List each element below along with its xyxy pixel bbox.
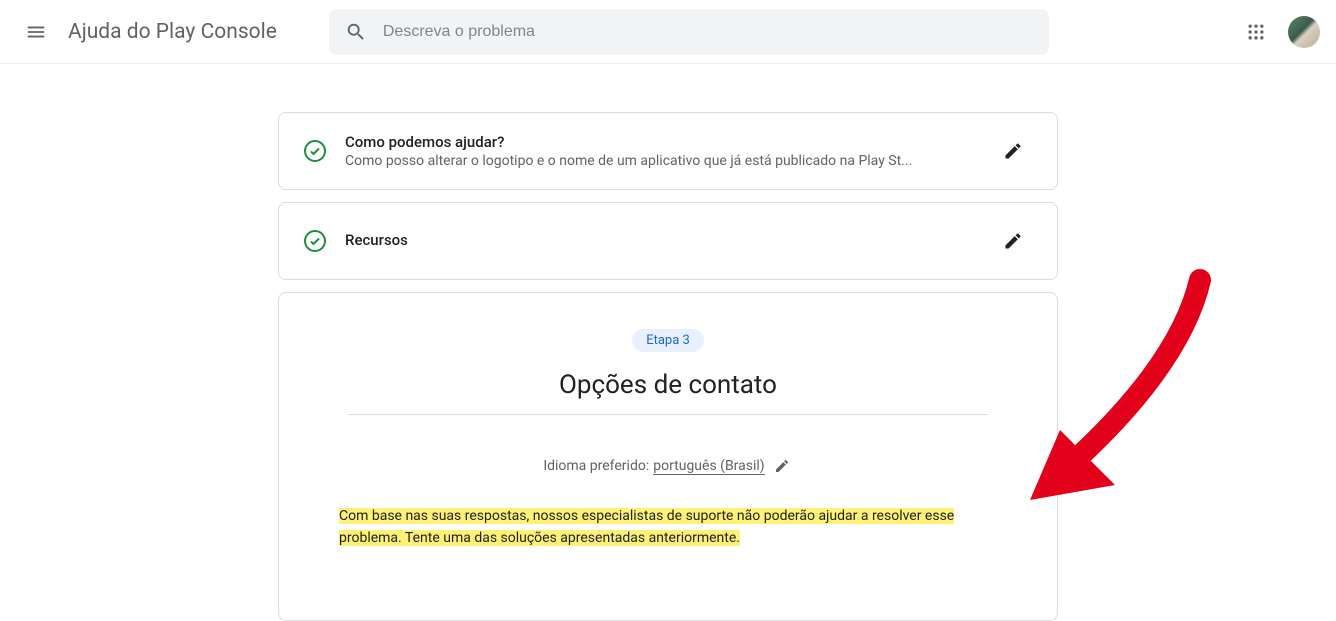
step1-subtitle: Como posso alterar o logotipo e o nome d… [345,153,975,169]
main-content: Como podemos ajudar? Como posso alterar … [0,64,1336,621]
step3-heading: Opções de contato [559,370,777,400]
header: Ajuda do Play Console [0,0,1336,64]
search-box[interactable] [329,9,1049,55]
support-unavailable-message: Com base nas suas respostas, nossos espe… [339,505,997,550]
header-right [1236,12,1320,52]
step1-title: Como podemos ajudar? [345,133,975,151]
lang-edit-button[interactable] [771,455,793,477]
step1-edit-button[interactable] [993,131,1033,171]
step1-text: Como podemos ajudar? Como posso alterar … [345,133,975,169]
check-circle-icon [303,229,327,253]
step2-title: Recursos [345,231,975,249]
google-apps-button[interactable] [1236,12,1276,52]
apps-grid-icon [1246,22,1266,42]
step2-text: Recursos [345,231,975,251]
pencil-icon [774,458,790,474]
search-icon [345,21,367,43]
step2-edit-button[interactable] [993,221,1033,261]
lang-label: Idioma preferido: [543,458,649,474]
step-chip: Etapa 3 [632,329,704,352]
app-title: Ajuda do Play Console [68,20,277,44]
step1-summary-card: Como podemos ajudar? Como posso alterar … [278,112,1058,190]
account-avatar[interactable] [1288,16,1320,48]
main-menu-button[interactable] [16,12,56,52]
hamburger-icon [25,21,47,43]
preferred-language-row: Idioma preferido: português (Brasil) [543,455,792,477]
pencil-icon [1003,141,1023,161]
divider [348,414,988,415]
step3-card: Etapa 3 Opções de contato Idioma preferi… [278,292,1058,621]
highlighted-text: Com base nas suas respostas, nossos espe… [339,508,954,546]
check-circle-icon [303,139,327,163]
search-input[interactable] [383,23,1033,41]
step2-summary-card: Recursos [278,202,1058,280]
pencil-icon [1003,231,1023,251]
lang-value-link[interactable]: português (Brasil) [653,458,764,475]
